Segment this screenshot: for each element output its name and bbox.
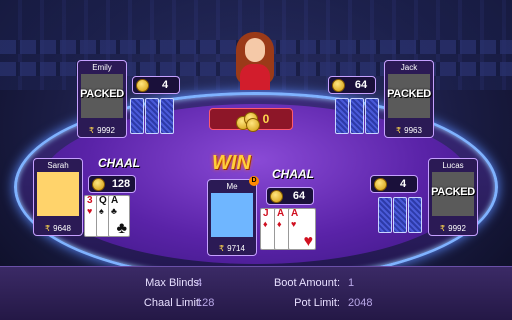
player-seat-me[interactable]: Me ₹9714 [207, 179, 257, 256]
dealer-badge: D [249, 176, 259, 186]
player-name: Sarah [47, 161, 69, 170]
win-label: WIN [212, 152, 251, 174]
player-seat-lucas[interactable]: Lucas PACKED ₹9992 [428, 158, 478, 236]
max-blinds-label: Max Blinds: [145, 277, 202, 289]
bet-badge-lucas: 4 [370, 175, 418, 193]
action-label-me: CHAAL [272, 167, 314, 181]
coin-icon [270, 190, 283, 203]
coin-icon [374, 178, 387, 191]
playing-card[interactable]: A ♥ ♥ [288, 208, 316, 250]
max-blinds-value: 4 [196, 277, 203, 289]
coin-icon [332, 79, 345, 92]
player-seat-jack[interactable]: Jack PACKED ₹9963 [384, 60, 434, 138]
bet-badge-sarah: 128 [88, 175, 136, 193]
table-info-bar: Max Blinds: 4 Boot Amount: 1 Chaal Limit… [0, 266, 512, 320]
avatar [211, 193, 253, 237]
player-chips: ₹9992 [89, 126, 115, 135]
pot-limit-value: 2048 [348, 297, 373, 309]
player-chips: ₹9963 [396, 126, 422, 135]
card-back [130, 98, 144, 134]
player-name: Emily [92, 63, 112, 72]
packed-status: PACKED [80, 88, 124, 100]
pot-limit-label: Pot Limit: [294, 297, 340, 309]
chaal-limit-label: Chaal Limit: [143, 297, 202, 309]
action-label-sarah: CHAAL [98, 156, 140, 170]
coin-icon [92, 178, 105, 191]
player-chips: ₹9992 [440, 224, 466, 233]
bet-badge-jack: 64 [328, 76, 376, 94]
player-chips: ₹9714 [219, 244, 245, 253]
dealer-avatar [232, 30, 278, 90]
pot-coins-icon [236, 112, 262, 132]
player-name: Jack [400, 63, 418, 72]
bet-badge-emily: 4 [132, 76, 180, 94]
playing-card: A ♣ ♣ [108, 195, 130, 237]
player-seat-emily[interactable]: Emily PACKED ₹9992 [77, 60, 127, 138]
card-back [393, 197, 407, 233]
pot-amount: 0 [262, 112, 270, 126]
card-back [145, 98, 159, 134]
player-seat-sarah[interactable]: Sarah ₹9648 [33, 158, 83, 236]
packed-status: PACKED [431, 186, 475, 198]
card-back [378, 197, 392, 233]
boot-amount-value: 1 [348, 277, 355, 289]
card-back [408, 197, 422, 233]
card-back [335, 98, 349, 134]
avatar [37, 172, 79, 216]
card-back [365, 98, 379, 134]
boot-amount-label: Boot Amount: [273, 277, 340, 289]
player-chips: ₹9648 [45, 224, 71, 233]
coin-icon [136, 79, 149, 92]
packed-status: PACKED [387, 88, 431, 100]
bet-badge-me: 64 [266, 187, 314, 205]
card-back [160, 98, 174, 134]
player-name: Lucas [442, 161, 464, 170]
card-back [350, 98, 364, 134]
